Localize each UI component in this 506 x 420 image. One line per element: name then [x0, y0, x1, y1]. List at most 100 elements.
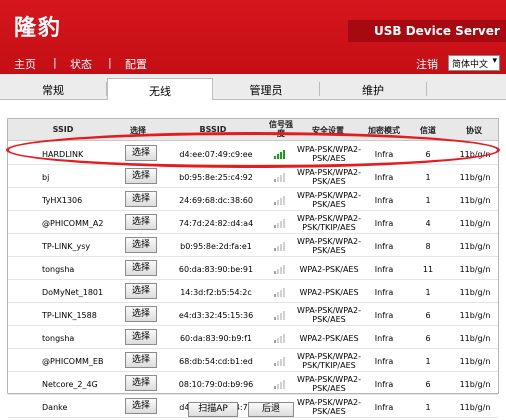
signal-strength-icon — [274, 219, 286, 228]
header-bar: 隆豹 USB Device Server 主页 | 状态 | 配置 注销 简体中… — [0, 0, 506, 74]
main-nav: 主页 | 状态 | 配置 注销 — [0, 52, 506, 74]
security-cell: WPA-PSK/WPA2-PSK/AES — [297, 145, 361, 163]
scan-ap-button[interactable]: 扫描AP — [188, 402, 238, 417]
select-button[interactable]: 选择 — [125, 398, 157, 414]
bssid-cell: 60:da:83:90:b9:f1 — [179, 334, 253, 343]
signal-strength-icon — [274, 265, 286, 274]
encryption-mode-cell: Infra — [374, 334, 394, 343]
tab-admin[interactable]: 管理员 — [213, 78, 319, 100]
channel-cell: 1 — [425, 288, 431, 297]
tab-wireless[interactable]: 无线 — [107, 78, 213, 101]
protocol-cell: 11b/g/n — [459, 334, 491, 343]
encryption-mode-cell: Infra — [374, 150, 394, 159]
security-cell: WPA-PSK/WPA2-PSK/AES — [297, 398, 361, 416]
security-cell: WPA2-PSK/AES — [299, 334, 359, 343]
chevron-down-icon: ▾ — [492, 56, 497, 66]
language-select[interactable]: 简体中文 ▾ — [448, 55, 500, 71]
protocol-cell: 11b/g/n — [459, 173, 491, 182]
signal-strength-icon — [274, 150, 286, 159]
bssid-cell: b0:95:8e:2d:fa:e1 — [180, 242, 252, 251]
encryption-mode-cell: Infra — [374, 311, 394, 320]
col-ssid: SSID — [52, 125, 74, 134]
security-cell: WPA2-PSK/AES — [299, 288, 359, 297]
encryption-mode-cell: Infra — [374, 265, 394, 274]
select-button[interactable]: 选择 — [125, 237, 157, 253]
bssid-cell: 74:7d:24:82:d4:a4 — [178, 219, 254, 228]
ssid-cell: bj — [42, 173, 50, 182]
signal-strength-icon — [274, 357, 286, 366]
ssid-cell: Netcore_2_4G — [42, 380, 98, 389]
channel-cell: 6 — [425, 311, 431, 320]
back-button[interactable]: 后退 — [248, 402, 294, 417]
channel-cell: 1 — [425, 357, 431, 366]
ssid-cell: @PHICOMM_EB — [42, 357, 104, 366]
bssid-cell: 14:3d:f2:b5:54:2c — [180, 288, 252, 297]
channel-cell: 6 — [425, 334, 431, 343]
protocol-cell: 11b/g/n — [459, 357, 491, 366]
encryption-mode-cell: Infra — [374, 242, 394, 251]
security-cell: WPA-PSK/WPA2-PSK/AES — [297, 237, 361, 255]
table-row: bj 选择 b0:95:8e:25:c4:92 WPA-PSK/WPA2-PSK/AE… — [8, 166, 498, 188]
channel-cell: 6 — [425, 150, 431, 159]
ssid-cell: TP-LINK_1588 — [42, 311, 97, 320]
table-row: DoMyNet_1801 选择 14:3d:f2:b5:54:2c WPA2-PSK/… — [8, 281, 498, 303]
ssid-cell: TP-LINK_ysy — [42, 242, 91, 251]
col-encryption-mode: 加密模式 — [368, 126, 400, 135]
protocol-cell: 11b/g/n — [459, 219, 491, 228]
channel-cell: 1 — [425, 403, 431, 412]
select-button[interactable]: 选择 — [125, 191, 157, 207]
signal-strength-icon — [274, 242, 286, 251]
protocol-cell: 11b/g/n — [459, 265, 491, 274]
tab-maintenance[interactable]: 维护 — [320, 78, 426, 100]
ap-scan-table: SSID 选择 BSSID 信号强度 安全设置 加密模式 信道 协议 HARDL… — [7, 118, 499, 418]
signal-strength-icon — [274, 311, 286, 320]
logout-link[interactable]: 注销 — [416, 56, 438, 72]
encryption-mode-cell: Infra — [374, 403, 394, 412]
select-button[interactable]: 选择 — [125, 260, 157, 276]
select-button[interactable]: 选择 — [125, 214, 157, 230]
ssid-cell: tongsha — [42, 265, 75, 274]
table-row: @PHICOMM_EB 选择 68:db:54:cd:b1:ed WPA-PSK/WP… — [8, 350, 498, 372]
select-button[interactable]: 选择 — [125, 283, 157, 299]
select-button[interactable]: 选择 — [125, 145, 157, 161]
select-button[interactable]: 选择 — [125, 306, 157, 322]
select-button[interactable]: 选择 — [125, 375, 157, 391]
protocol-cell: 11b/g/n — [459, 403, 491, 412]
bssid-cell: d4:ee:07:49:c9:ee — [179, 150, 253, 159]
encryption-mode-cell: Infra — [374, 196, 394, 205]
protocol-cell: 11b/g/n — [459, 380, 491, 389]
bssid-cell: 24:69:68:dc:38:60 — [179, 196, 253, 205]
encryption-mode-cell: Infra — [374, 173, 394, 182]
security-cell: WPA-PSK/WPA2-PSK/AES — [297, 375, 361, 393]
page-root: 隆豹 USB Device Server 主页 | 状态 | 配置 注销 简体中… — [0, 0, 506, 420]
select-button[interactable]: 选择 — [125, 329, 157, 345]
col-select: 选择 — [130, 126, 146, 135]
nav-status[interactable]: 状态 — [70, 56, 92, 72]
encryption-mode-cell: Infra — [374, 380, 394, 389]
encryption-mode-cell: Infra — [374, 219, 394, 228]
protocol-cell: 11b/g/n — [459, 288, 491, 297]
signal-strength-icon — [274, 173, 286, 182]
table-row: TP-LINK_ysy 选择 b0:95:8e:2d:fa:e1 WPA-PSK/WP… — [8, 235, 498, 257]
select-button[interactable]: 选择 — [125, 352, 157, 368]
security-cell: WPA-PSK/WPA2-PSK/AES — [297, 306, 361, 324]
signal-strength-icon — [274, 380, 286, 389]
bssid-cell: 68:db:54:cd:b1:ed — [179, 357, 253, 366]
nav-config[interactable]: 配置 — [125, 56, 147, 72]
tab-divider — [426, 82, 427, 96]
table-row: tongsha 选择 60:da:83:90:be:91 WPA2-PSK/AES In… — [8, 258, 498, 280]
nav-separator: | — [108, 56, 112, 69]
nav-home[interactable]: 主页 — [14, 56, 36, 72]
tab-general[interactable]: 常规 — [0, 78, 106, 100]
table-row: @PHICOMM_A2 选择 74:7d:24:82:d4:a4 WPA-PSK/WP… — [8, 212, 498, 234]
channel-cell: 1 — [425, 196, 431, 205]
select-button[interactable]: 选择 — [125, 168, 157, 184]
brand-logo: 隆豹 — [14, 16, 63, 41]
bssid-cell: e4:d3:32:45:15:36 — [178, 311, 254, 320]
table-row: TyHX1306 选择 24:69:68:dc:38:60 WPA-PSK/WPA2-… — [8, 189, 498, 211]
bssid-cell: 08:10:79:0d:b9:96 — [178, 380, 254, 389]
security-cell: WPA-PSK/WPA2-PSK/AES — [297, 168, 361, 186]
channel-cell: 1 — [425, 173, 431, 182]
encryption-mode-cell: Infra — [374, 288, 394, 297]
protocol-cell: 11b/g/n — [459, 311, 491, 320]
